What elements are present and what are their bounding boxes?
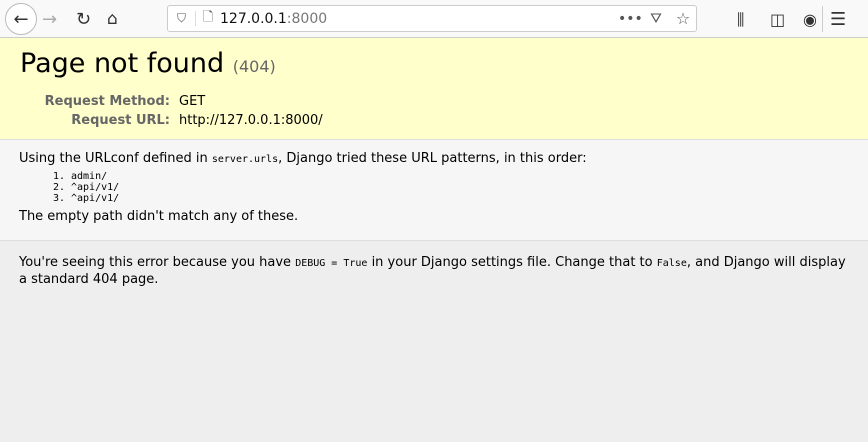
debug-code: DEBUG = True	[295, 258, 368, 269]
summary-section: Page not found (404) Request Method: GET …	[0, 38, 868, 140]
sidebar-icon[interactable]: ◫	[770, 10, 785, 29]
browser-toolbar: ← → ↻ ⌂ ⛉ 🗋 127.0.0.1:8000 ••• ⛛ ☆ ⫼ ◫ ◉…	[0, 0, 868, 38]
false-code: False	[656, 258, 687, 269]
title-text: Page not found	[20, 48, 225, 79]
info-section: Using the URLconf defined in server.urls…	[0, 140, 868, 241]
urlconf-code: server.urls	[211, 154, 279, 165]
forward-button[interactable]: →	[42, 9, 57, 30]
explanation-text: You're seeing this error because you hav…	[19, 255, 849, 288]
no-match-text: The empty path didn't match any of these…	[19, 209, 299, 224]
more-actions-icon[interactable]: •••	[618, 11, 643, 27]
url-pattern-list: admin/ ^api/v1/ ^api/v1/	[71, 171, 849, 204]
address-bar[interactable]: ⛉ 🗋 127.0.0.1:8000 ••• ⛛ ☆	[167, 5, 697, 32]
url-pattern: ^api/v1/	[71, 182, 849, 193]
url-port: :8000	[286, 10, 328, 27]
page-title: Page not found (404)	[20, 48, 848, 83]
page-icon: 🗋	[202, 9, 214, 25]
url-value: http://127.0.0.1:8000/	[179, 113, 323, 128]
reload-button[interactable]: ↻	[76, 9, 91, 30]
explanation-part: You're seeing this error because you hav…	[19, 255, 296, 270]
bookmark-star-icon[interactable]: ☆	[670, 9, 696, 28]
status-code: (404)	[232, 57, 276, 76]
intro-text: Using the URLconf defined in	[19, 151, 212, 166]
request-meta-table: Request Method: GET Request URL: http://12…	[20, 93, 323, 131]
url-pattern: ^api/v1/	[71, 193, 849, 204]
url-pattern: admin/	[71, 171, 849, 182]
back-button[interactable]: ←	[5, 3, 37, 35]
menu-icon[interactable]: ☰	[830, 9, 846, 30]
shield-icon[interactable]: ⛉	[168, 11, 196, 26]
library-icon[interactable]: ⫼	[737, 10, 744, 30]
pocket-icon[interactable]: ⛛	[642, 11, 670, 27]
method-value: GET	[179, 94, 206, 109]
explanation-section: You're seeing this error because you hav…	[0, 241, 868, 302]
method-label: Request Method:	[44, 94, 170, 109]
account-icon[interactable]: ◉	[803, 10, 817, 29]
url-host: 127.0.0.1	[220, 10, 287, 27]
urlconf-intro: Using the URLconf defined in server.urls…	[19, 151, 849, 166]
home-button[interactable]: ⌂	[107, 9, 118, 29]
toolbar-divider	[822, 6, 823, 32]
url-label: Request URL:	[71, 113, 170, 128]
explanation-part: in your Django settings file. Change tha…	[367, 255, 657, 270]
intro-text-after: , Django tried these URL patterns, in th…	[278, 151, 587, 166]
